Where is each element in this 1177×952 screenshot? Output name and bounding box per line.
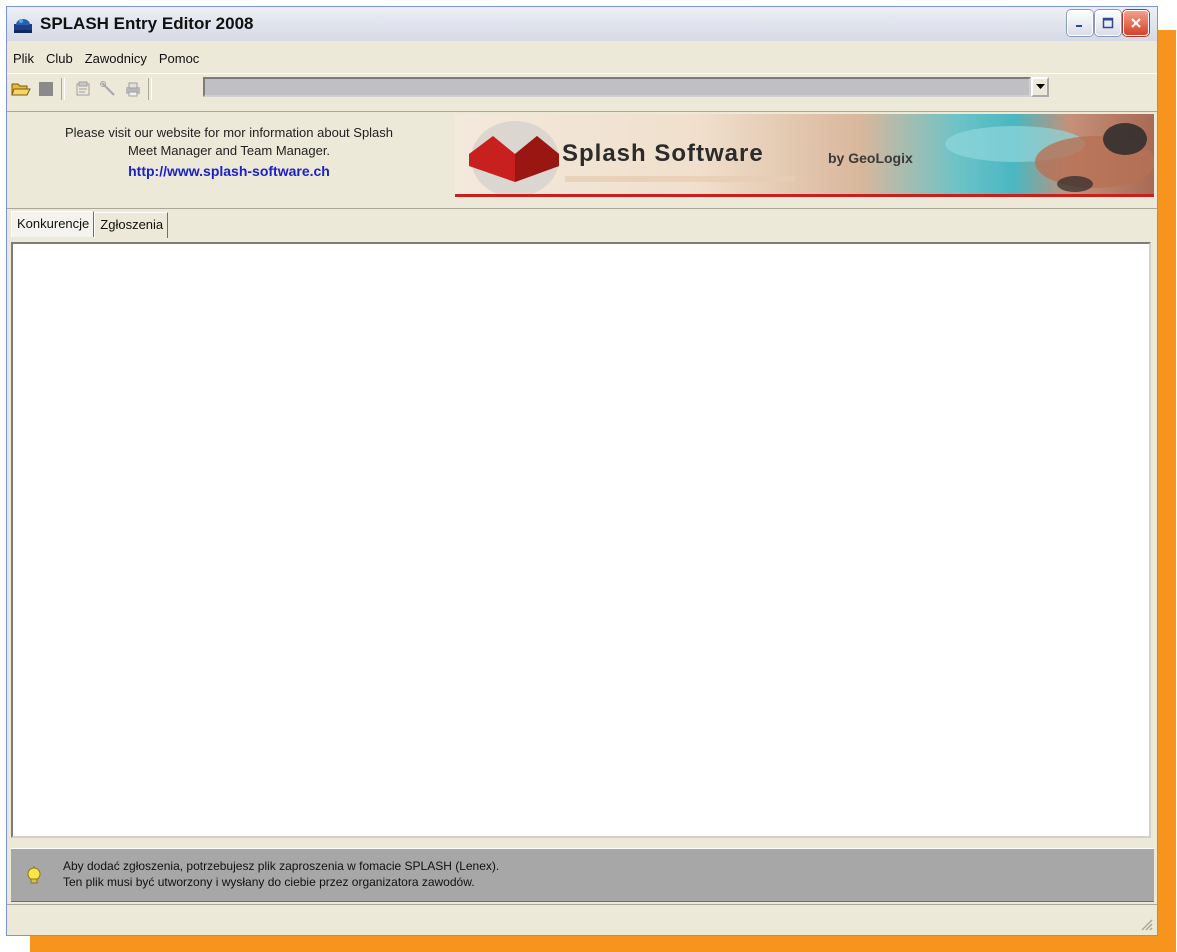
maximize-button[interactable] [1095, 10, 1121, 36]
info-panel: Please visit our website for mor informa… [7, 111, 1157, 209]
print-button[interactable] [122, 78, 144, 100]
properties-icon [76, 81, 90, 96]
hint-line-1: Aby dodać zgłoszenia, potrzebujesz plik … [63, 859, 500, 873]
title-bar[interactable]: SPLASH Entry Editor 2008 [7, 7, 1157, 41]
stop-button[interactable] [35, 78, 57, 100]
minimize-icon [1076, 25, 1082, 27]
splash-banner[interactable]: Splash Software by GeoLogix [455, 114, 1154, 197]
banner-byline-text: by GeoLogix [828, 150, 913, 166]
menu-bar: Plik Club Zawodnicy Pomoc [7, 47, 1157, 69]
menu-pomoc[interactable]: Pomoc [153, 51, 205, 66]
close-icon [1131, 18, 1141, 28]
hint-line-2: Ten plik musi być utworzony i wysłany do… [63, 875, 475, 889]
combo-dropdown-button[interactable] [1031, 77, 1049, 97]
hint-bar: Aby dodać zgłoszenia, potrzebujesz plik … [11, 848, 1154, 902]
tab-zgloszenia[interactable]: Zgłoszenia [94, 212, 169, 238]
tools-button[interactable] [97, 78, 119, 100]
splash-app-icon [12, 14, 34, 34]
print-icon [126, 82, 140, 97]
tab-konkurencje-label: Konkurencje [17, 216, 90, 231]
resize-grip-icon[interactable] [1139, 917, 1153, 931]
close-button[interactable] [1123, 10, 1149, 36]
window-title: SPLASH Entry Editor 2008 [40, 14, 254, 33]
open-folder-icon [11, 83, 31, 96]
maximize-icon [1102, 17, 1114, 29]
info-line-2: Meet Manager and Team Manager. [127, 143, 331, 158]
toolbar [7, 73, 1157, 104]
banner-artwork [469, 121, 1154, 194]
tab-strip: Konkurencje Zgłoszenia [11, 211, 169, 238]
info-line-1: Please visit our website for mor informa… [64, 125, 394, 140]
website-info: Please visit our website for mor informa… [9, 112, 449, 208]
hint-text: Aby dodać zgłoszenia, potrzebujesz plik … [63, 858, 499, 890]
tab-zgloszenia-label: Zgłoszenia [100, 217, 164, 232]
menu-zawodnicy[interactable]: Zawodnicy [79, 51, 153, 66]
minimize-button[interactable] [1067, 10, 1093, 36]
toolbar-separator [148, 78, 152, 100]
website-link[interactable]: http://www.splash-software.ch [9, 162, 449, 180]
meet-combo-input[interactable] [203, 77, 1031, 97]
open-folder-button[interactable] [10, 78, 32, 100]
events-content-area[interactable] [11, 242, 1151, 838]
app-window: SPLASH Entry Editor 2008 Plik Club Zawod… [6, 6, 1158, 936]
tab-konkurencje[interactable]: Konkurencje [11, 211, 95, 237]
menu-club[interactable]: Club [40, 51, 79, 66]
status-bar [7, 904, 1157, 935]
menu-plik[interactable]: Plik [7, 51, 40, 66]
stop-icon [39, 82, 53, 96]
lightbulb-icon [27, 866, 41, 884]
toolbar-separator [61, 78, 65, 100]
tools-icon [100, 81, 115, 96]
properties-button[interactable] [72, 78, 94, 100]
banner-brand-text: Splash Software [562, 140, 764, 167]
chevron-down-icon [1035, 84, 1045, 89]
